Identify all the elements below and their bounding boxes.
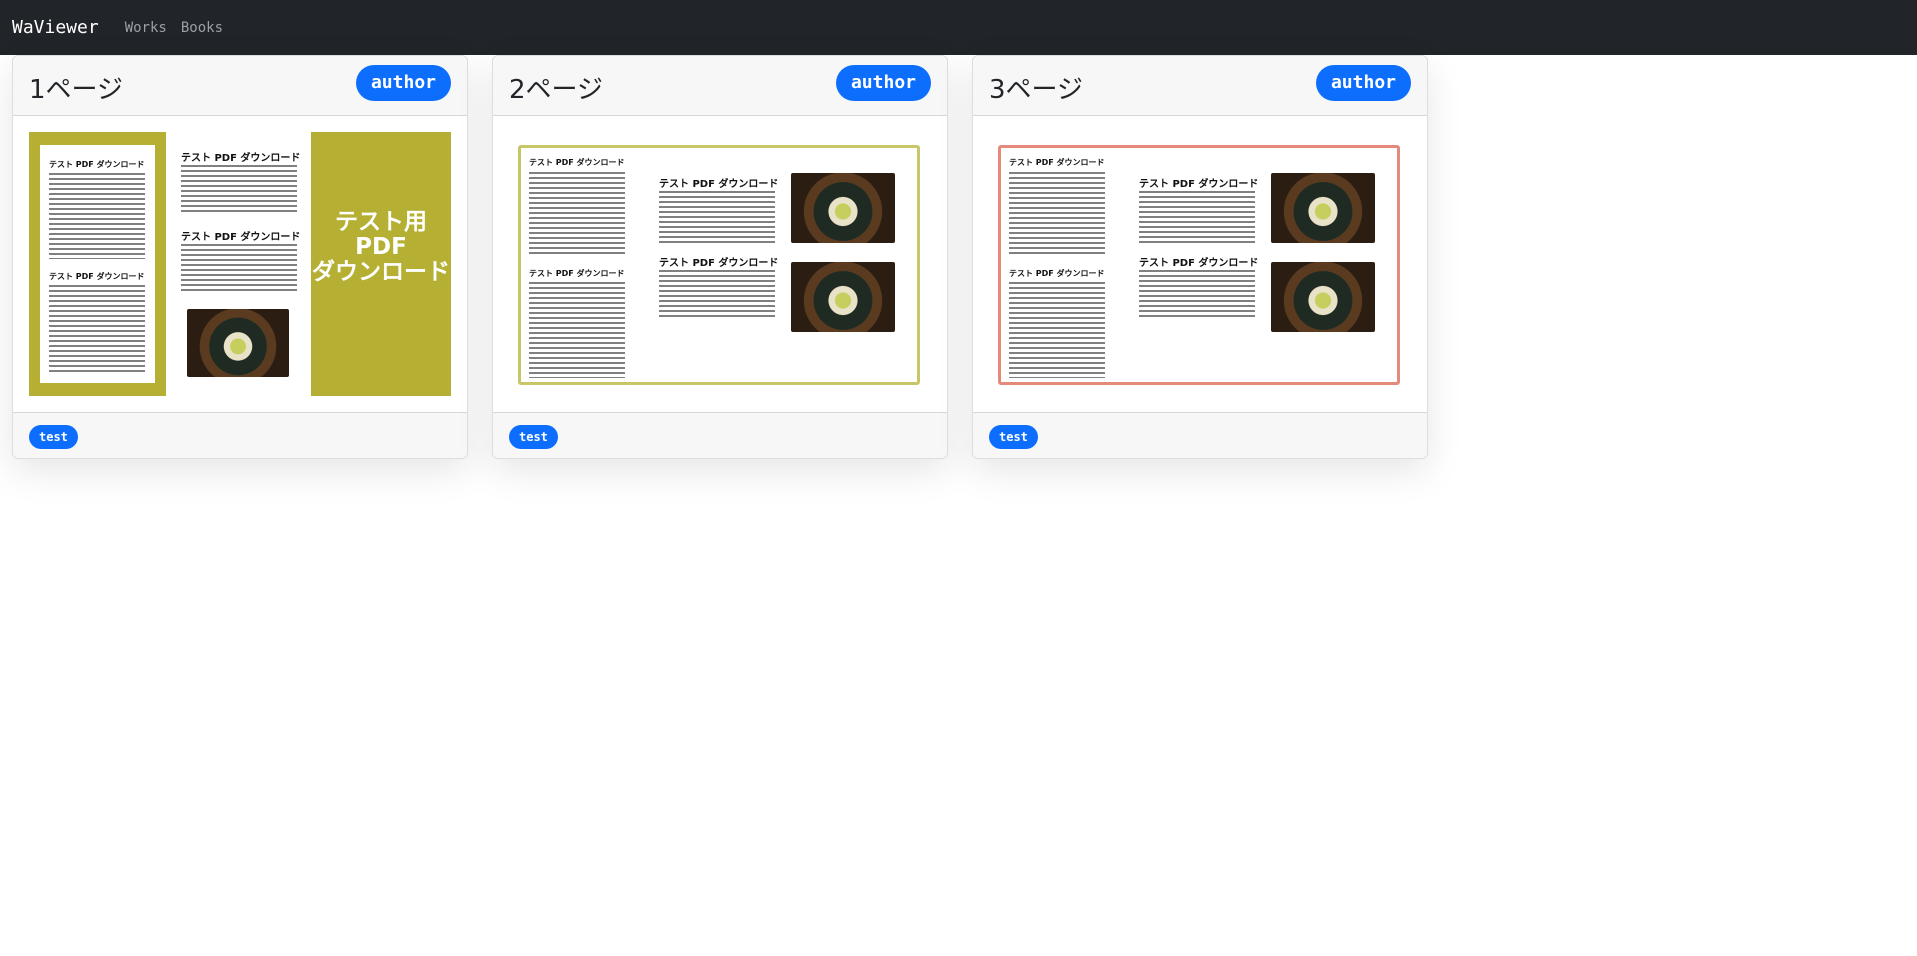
card-footer: test — [973, 412, 1427, 458]
tag-badge[interactable]: test — [509, 425, 558, 449]
thumbnail-heading: テスト PDF ダウンロード — [1139, 179, 1259, 190]
page-card-2[interactable]: 2ページ author テスト PDF ダウンロード テスト PDF ダウンロー… — [492, 55, 948, 459]
thumbnail-text-block — [181, 165, 297, 215]
page-thumbnail[interactable]: テスト PDF ダウンロード テスト PDF ダウンロード テスト PDF ダウ… — [29, 132, 451, 398]
thumbnail-photo — [1271, 262, 1375, 332]
thumbnail-heading: テスト PDF ダウンロード — [1009, 158, 1105, 167]
top-navbar: WaViewer Works Books — [0, 0, 1917, 55]
thumbnail-photo — [791, 173, 895, 243]
thumbnail-heading: テスト PDF ダウンロード — [181, 153, 301, 164]
thumbnail-heading: テスト PDF ダウンロード — [1009, 269, 1105, 278]
thumbnail-photo — [1271, 173, 1375, 243]
card-title: 3ページ — [989, 75, 1084, 105]
thumbnail-text-block — [659, 270, 775, 318]
thumbnail-text-block — [529, 282, 625, 378]
card-title: 1ページ — [29, 75, 124, 105]
thumbnail-cover-text: テスト用 PDF ダウンロード — [311, 210, 451, 285]
cover-line: ダウンロード — [312, 259, 450, 285]
thumbnail-text-block — [49, 285, 145, 375]
thumbnail-heading: テスト PDF ダウンロード — [529, 158, 625, 167]
thumbnail-text-block — [1009, 172, 1105, 256]
tag-badge[interactable]: test — [989, 425, 1038, 449]
thumbnail-heading: テスト PDF ダウンロード — [659, 179, 779, 190]
thumbnail-middle-page: テスト PDF ダウンロード テスト PDF ダウンロード — [181, 132, 301, 396]
thumbnail-text-block — [49, 173, 145, 259]
thumbnail-heading: テスト PDF ダウンロード — [1139, 258, 1259, 269]
thumbnail-text-block — [659, 191, 775, 243]
nav-link-books[interactable]: Books — [181, 20, 223, 36]
author-badge[interactable]: author — [1315, 65, 1411, 101]
thumbnail-heading: テスト PDF ダウンロード — [659, 258, 779, 269]
card-header: 1ページ author — [13, 56, 467, 116]
card-footer: test — [493, 412, 947, 458]
thumbnail-photo — [791, 262, 895, 332]
tag-badge[interactable]: test — [29, 425, 78, 449]
cover-line: テスト用 — [335, 209, 427, 235]
page-card-1[interactable]: 1ページ author テスト PDF ダウンロード テスト PDF ダウンロー… — [12, 55, 468, 459]
page-thumbnail[interactable]: テスト PDF ダウンロード テスト PDF ダウンロード テスト PDF ダウ… — [518, 145, 920, 385]
thumbnail-text-block — [1009, 282, 1105, 378]
card-header: 2ページ author — [493, 56, 947, 116]
cover-line: PDF — [355, 234, 407, 260]
card-body: テスト PDF ダウンロード テスト PDF ダウンロード テスト PDF ダウ… — [973, 117, 1427, 458]
thumbnail-cover-page: テスト用 PDF ダウンロード — [311, 132, 451, 396]
thumbnail-text-block — [181, 244, 297, 292]
author-badge[interactable]: author — [355, 65, 451, 101]
brand-logo[interactable]: WaViewer — [12, 17, 99, 38]
thumbnail-text-block — [1139, 191, 1255, 243]
card-title: 2ページ — [509, 75, 604, 105]
thumbnail-heading: テスト PDF ダウンロード — [49, 160, 145, 169]
thumbnail-left-inner: テスト PDF ダウンロード テスト PDF ダウンロード — [40, 145, 155, 383]
card-body: テスト PDF ダウンロード テスト PDF ダウンロード テスト PDF ダウ… — [493, 117, 947, 458]
card-footer: test — [13, 412, 467, 458]
thumbnail-heading: テスト PDF ダウンロード — [181, 232, 301, 243]
thumbnail-left-page: テスト PDF ダウンロード テスト PDF ダウンロード — [29, 132, 166, 396]
thumbnail-text-block — [529, 172, 625, 256]
card-body: テスト PDF ダウンロード テスト PDF ダウンロード テスト PDF ダウ… — [13, 117, 467, 458]
page-thumbnail[interactable]: テスト PDF ダウンロード テスト PDF ダウンロード テスト PDF ダウ… — [998, 145, 1400, 385]
page-card-3[interactable]: 3ページ author テスト PDF ダウンロード テスト PDF ダウンロー… — [972, 55, 1428, 459]
author-badge[interactable]: author — [835, 65, 931, 101]
thumbnail-photo — [187, 309, 289, 377]
nav-link-works[interactable]: Works — [125, 20, 167, 36]
thumbnail-heading: テスト PDF ダウンロード — [529, 269, 625, 278]
thumbnail-text-block — [1139, 270, 1255, 318]
thumbnail-heading: テスト PDF ダウンロード — [49, 272, 145, 281]
card-header: 3ページ author — [973, 56, 1427, 116]
